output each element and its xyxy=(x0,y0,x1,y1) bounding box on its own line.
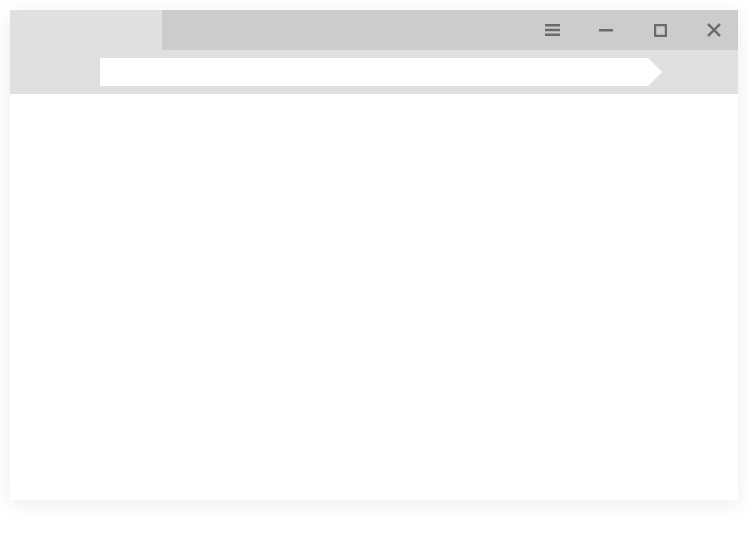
maximize-button[interactable] xyxy=(652,22,668,38)
close-icon xyxy=(707,23,721,37)
address-input[interactable] xyxy=(100,58,648,86)
toolbar xyxy=(10,50,738,94)
maximize-icon xyxy=(654,24,667,37)
address-go-arrow-icon[interactable] xyxy=(648,58,662,86)
minimize-icon xyxy=(599,23,613,37)
minimize-button[interactable] xyxy=(598,22,614,38)
menu-button[interactable] xyxy=(544,22,560,38)
close-button[interactable] xyxy=(706,22,722,38)
app-window xyxy=(10,10,738,500)
address-bar-container xyxy=(100,58,648,86)
titlebar-tab-area xyxy=(10,10,162,50)
titlebar[interactable] xyxy=(10,10,738,50)
hamburger-icon xyxy=(545,24,560,36)
titlebar-controls-area xyxy=(162,10,738,50)
content-area xyxy=(10,94,738,500)
